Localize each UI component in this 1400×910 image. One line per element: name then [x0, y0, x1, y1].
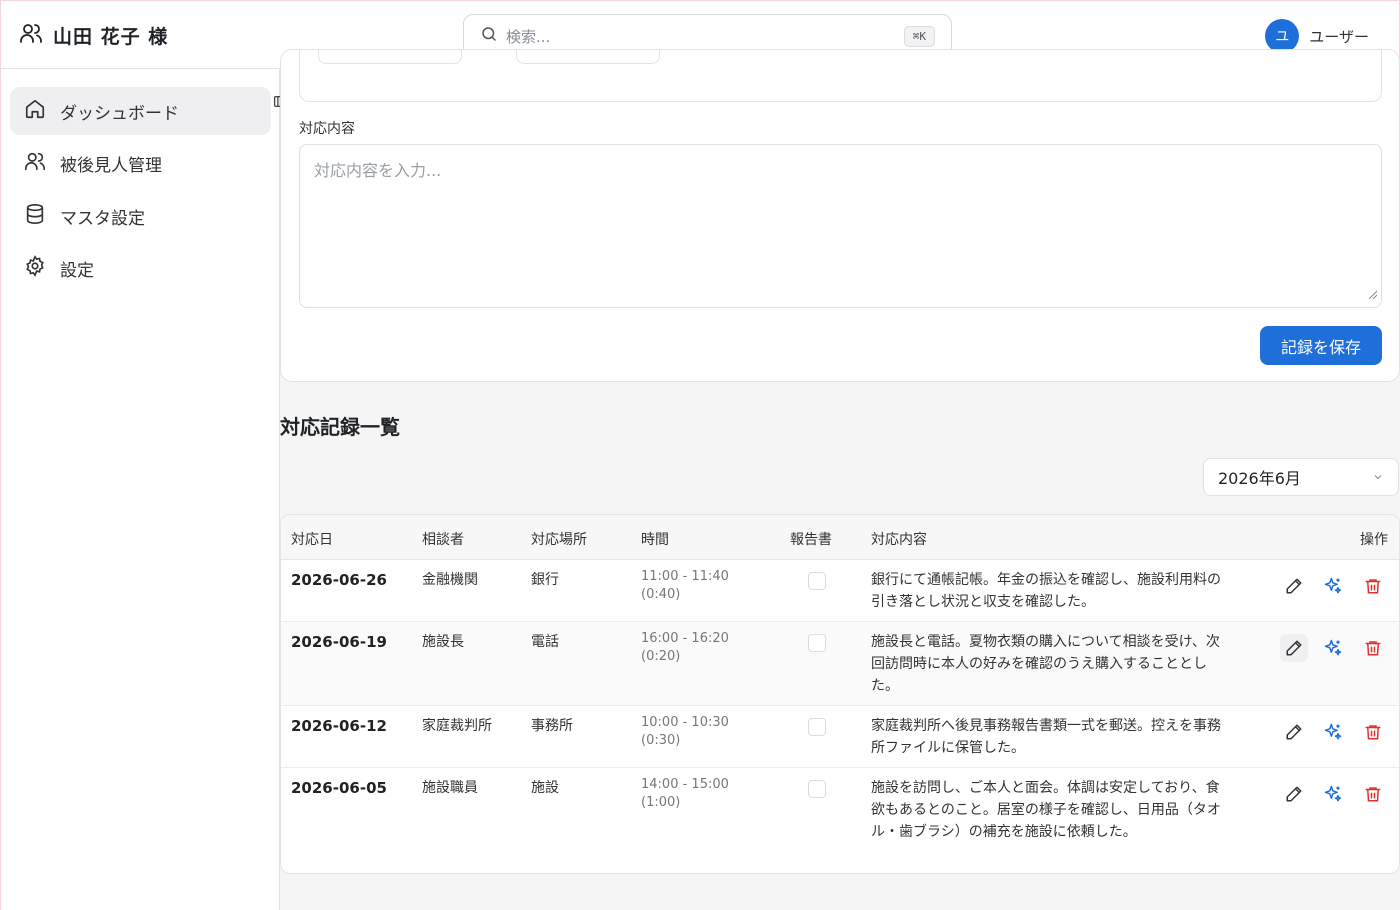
- report-checkbox[interactable]: [808, 634, 826, 652]
- users-icon: [19, 21, 43, 49]
- row-date: 2026-06-12: [291, 717, 387, 735]
- col-content: 対応内容: [871, 532, 927, 548]
- table-row: 2026-06-05 施設職員 施設 14:00 - 15:00 (1:00) 施…: [281, 768, 1399, 873]
- row-place: 事務所: [531, 718, 573, 734]
- trash-icon[interactable]: [1359, 718, 1387, 746]
- row-time: 10:00 - 10:30 (0:30): [641, 715, 729, 748]
- col-date: 対応日: [291, 532, 333, 548]
- sparkles-icon[interactable]: [1319, 634, 1347, 662]
- records-list-title: 対応記録一覧: [280, 415, 400, 439]
- sidebar-item-settings[interactable]: 設定: [10, 245, 271, 293]
- trash-icon[interactable]: [1359, 634, 1387, 662]
- row-place: 銀行: [531, 572, 559, 588]
- database-icon: [24, 203, 46, 230]
- sparkles-icon[interactable]: [1319, 780, 1347, 808]
- shortcut-badge: ⌘K: [903, 25, 935, 47]
- edit-icon[interactable]: [1280, 634, 1308, 662]
- table-row: 2026-06-12 家庭裁判所 事務所 10:00 - 10:30 (0:30)…: [281, 706, 1399, 768]
- chevron-down-icon: [1372, 468, 1384, 487]
- form-upper-section: [299, 50, 1382, 102]
- table-row: 2026-06-19 施設長 電話 16:00 - 16:20 (0:20) 施設…: [281, 622, 1399, 706]
- sparkles-icon[interactable]: [1319, 572, 1347, 600]
- main-content: 対応内容 対応内容を入力... 記録を保存 対応記録一覧 2026年6月 対応日…: [280, 49, 1400, 910]
- edit-icon[interactable]: [1280, 780, 1308, 808]
- row-time: 16:00 - 16:20 (0:20): [641, 631, 729, 664]
- sidebar-item-label: マスタ設定: [60, 208, 145, 229]
- sidebar-item-label: 被後見人管理: [60, 156, 162, 176]
- user-menu[interactable]: ユ ユーザー: [1265, 19, 1369, 53]
- row-person: 金融機関: [422, 572, 478, 588]
- report-checkbox[interactable]: [808, 572, 826, 590]
- page-title: 山田 花子 様: [53, 25, 169, 48]
- row-person: 施設長: [422, 634, 464, 650]
- row-content: 施設長と電話。夏物衣類の購入について相談を受け、次回訪問時に本人の好みを確認のう…: [871, 634, 1220, 694]
- content-textarea[interactable]: 対応内容を入力...: [299, 144, 1382, 308]
- brand: 山田 花子 様: [19, 21, 168, 49]
- trash-icon[interactable]: [1359, 572, 1387, 600]
- sidebar: ダッシュボード 被後見人管理 マスタ設定 設定: [0, 69, 280, 910]
- sparkles-icon[interactable]: [1319, 718, 1347, 746]
- col-actions: 操作: [1360, 532, 1388, 548]
- content-placeholder: 対応内容を入力...: [314, 161, 442, 180]
- row-person: 施設職員: [422, 780, 478, 796]
- records-table: 対応日 相談者 対応場所 時間 報告書 対応内容 操作 2026-06-26 金…: [280, 514, 1400, 874]
- row-date: 2026-06-19: [291, 633, 387, 651]
- sidebar-nav: ダッシュボード 被後見人管理 マスタ設定 設定: [10, 87, 271, 297]
- field-stub: [318, 50, 462, 64]
- row-place: 施設: [531, 780, 559, 796]
- row-place: 電話: [531, 634, 559, 650]
- row-time: 14:00 - 15:00 (1:00): [641, 777, 729, 810]
- col-report: 報告書: [790, 532, 832, 548]
- avatar[interactable]: ユ: [1265, 19, 1300, 53]
- row-content: 家庭裁判所へ後見事務報告書類一式を郵送。控えを事務所ファイルに保管した。: [871, 718, 1221, 756]
- search-icon: [480, 25, 498, 47]
- sidebar-item-wards[interactable]: 被後見人管理: [10, 140, 271, 188]
- user-name[interactable]: ユーザー: [1309, 26, 1369, 47]
- row-time: 11:00 - 11:40 (0:40): [641, 569, 729, 602]
- table-row: 2026-06-26 金融機関 銀行 11:00 - 11:40 (0:40) 銀…: [281, 560, 1399, 622]
- month-select-value: 2026年6月: [1218, 469, 1301, 488]
- row-content: 銀行にて通帳記帳。年金の振込を確認し、施設利用料の引き落とし状況と収支を確認した…: [871, 572, 1221, 610]
- month-select[interactable]: 2026年6月: [1203, 458, 1399, 496]
- row-content: 施設を訪問し、ご本人と面会。体調は安定しており、食欲もあるとのこと。居室の様子を…: [871, 780, 1221, 840]
- users-icon: [24, 150, 46, 177]
- row-date: 2026-06-05: [291, 779, 387, 797]
- sidebar-item-master[interactable]: マスタ設定: [10, 192, 271, 240]
- col-time: 時間: [641, 532, 669, 548]
- col-place: 対応場所: [531, 532, 587, 548]
- home-icon: [24, 98, 46, 125]
- trash-icon[interactable]: [1359, 780, 1387, 808]
- search-input[interactable]: 検索...: [506, 26, 896, 47]
- field-stub: [516, 50, 660, 64]
- sidebar-item-label: ダッシュボード: [60, 103, 179, 124]
- record-form-card: 対応内容 対応内容を入力... 記録を保存: [280, 49, 1400, 382]
- save-record-button[interactable]: 記録を保存: [1260, 326, 1382, 365]
- report-checkbox[interactable]: [808, 780, 826, 798]
- table-header: 対応日 相談者 対応場所 時間 報告書 対応内容 操作: [281, 515, 1399, 560]
- edit-icon[interactable]: [1280, 572, 1308, 600]
- sidebar-item-dashboard[interactable]: ダッシュボード: [10, 87, 271, 135]
- row-date: 2026-06-26: [291, 571, 387, 589]
- gear-icon: [24, 255, 46, 282]
- report-checkbox[interactable]: [808, 718, 826, 736]
- row-person: 家庭裁判所: [422, 718, 492, 734]
- content-label: 対応内容: [299, 121, 355, 137]
- edit-icon[interactable]: [1280, 718, 1308, 746]
- sidebar-item-label: 設定: [60, 261, 94, 281]
- col-person: 相談者: [422, 532, 464, 548]
- resize-handle-icon[interactable]: [1368, 285, 1378, 304]
